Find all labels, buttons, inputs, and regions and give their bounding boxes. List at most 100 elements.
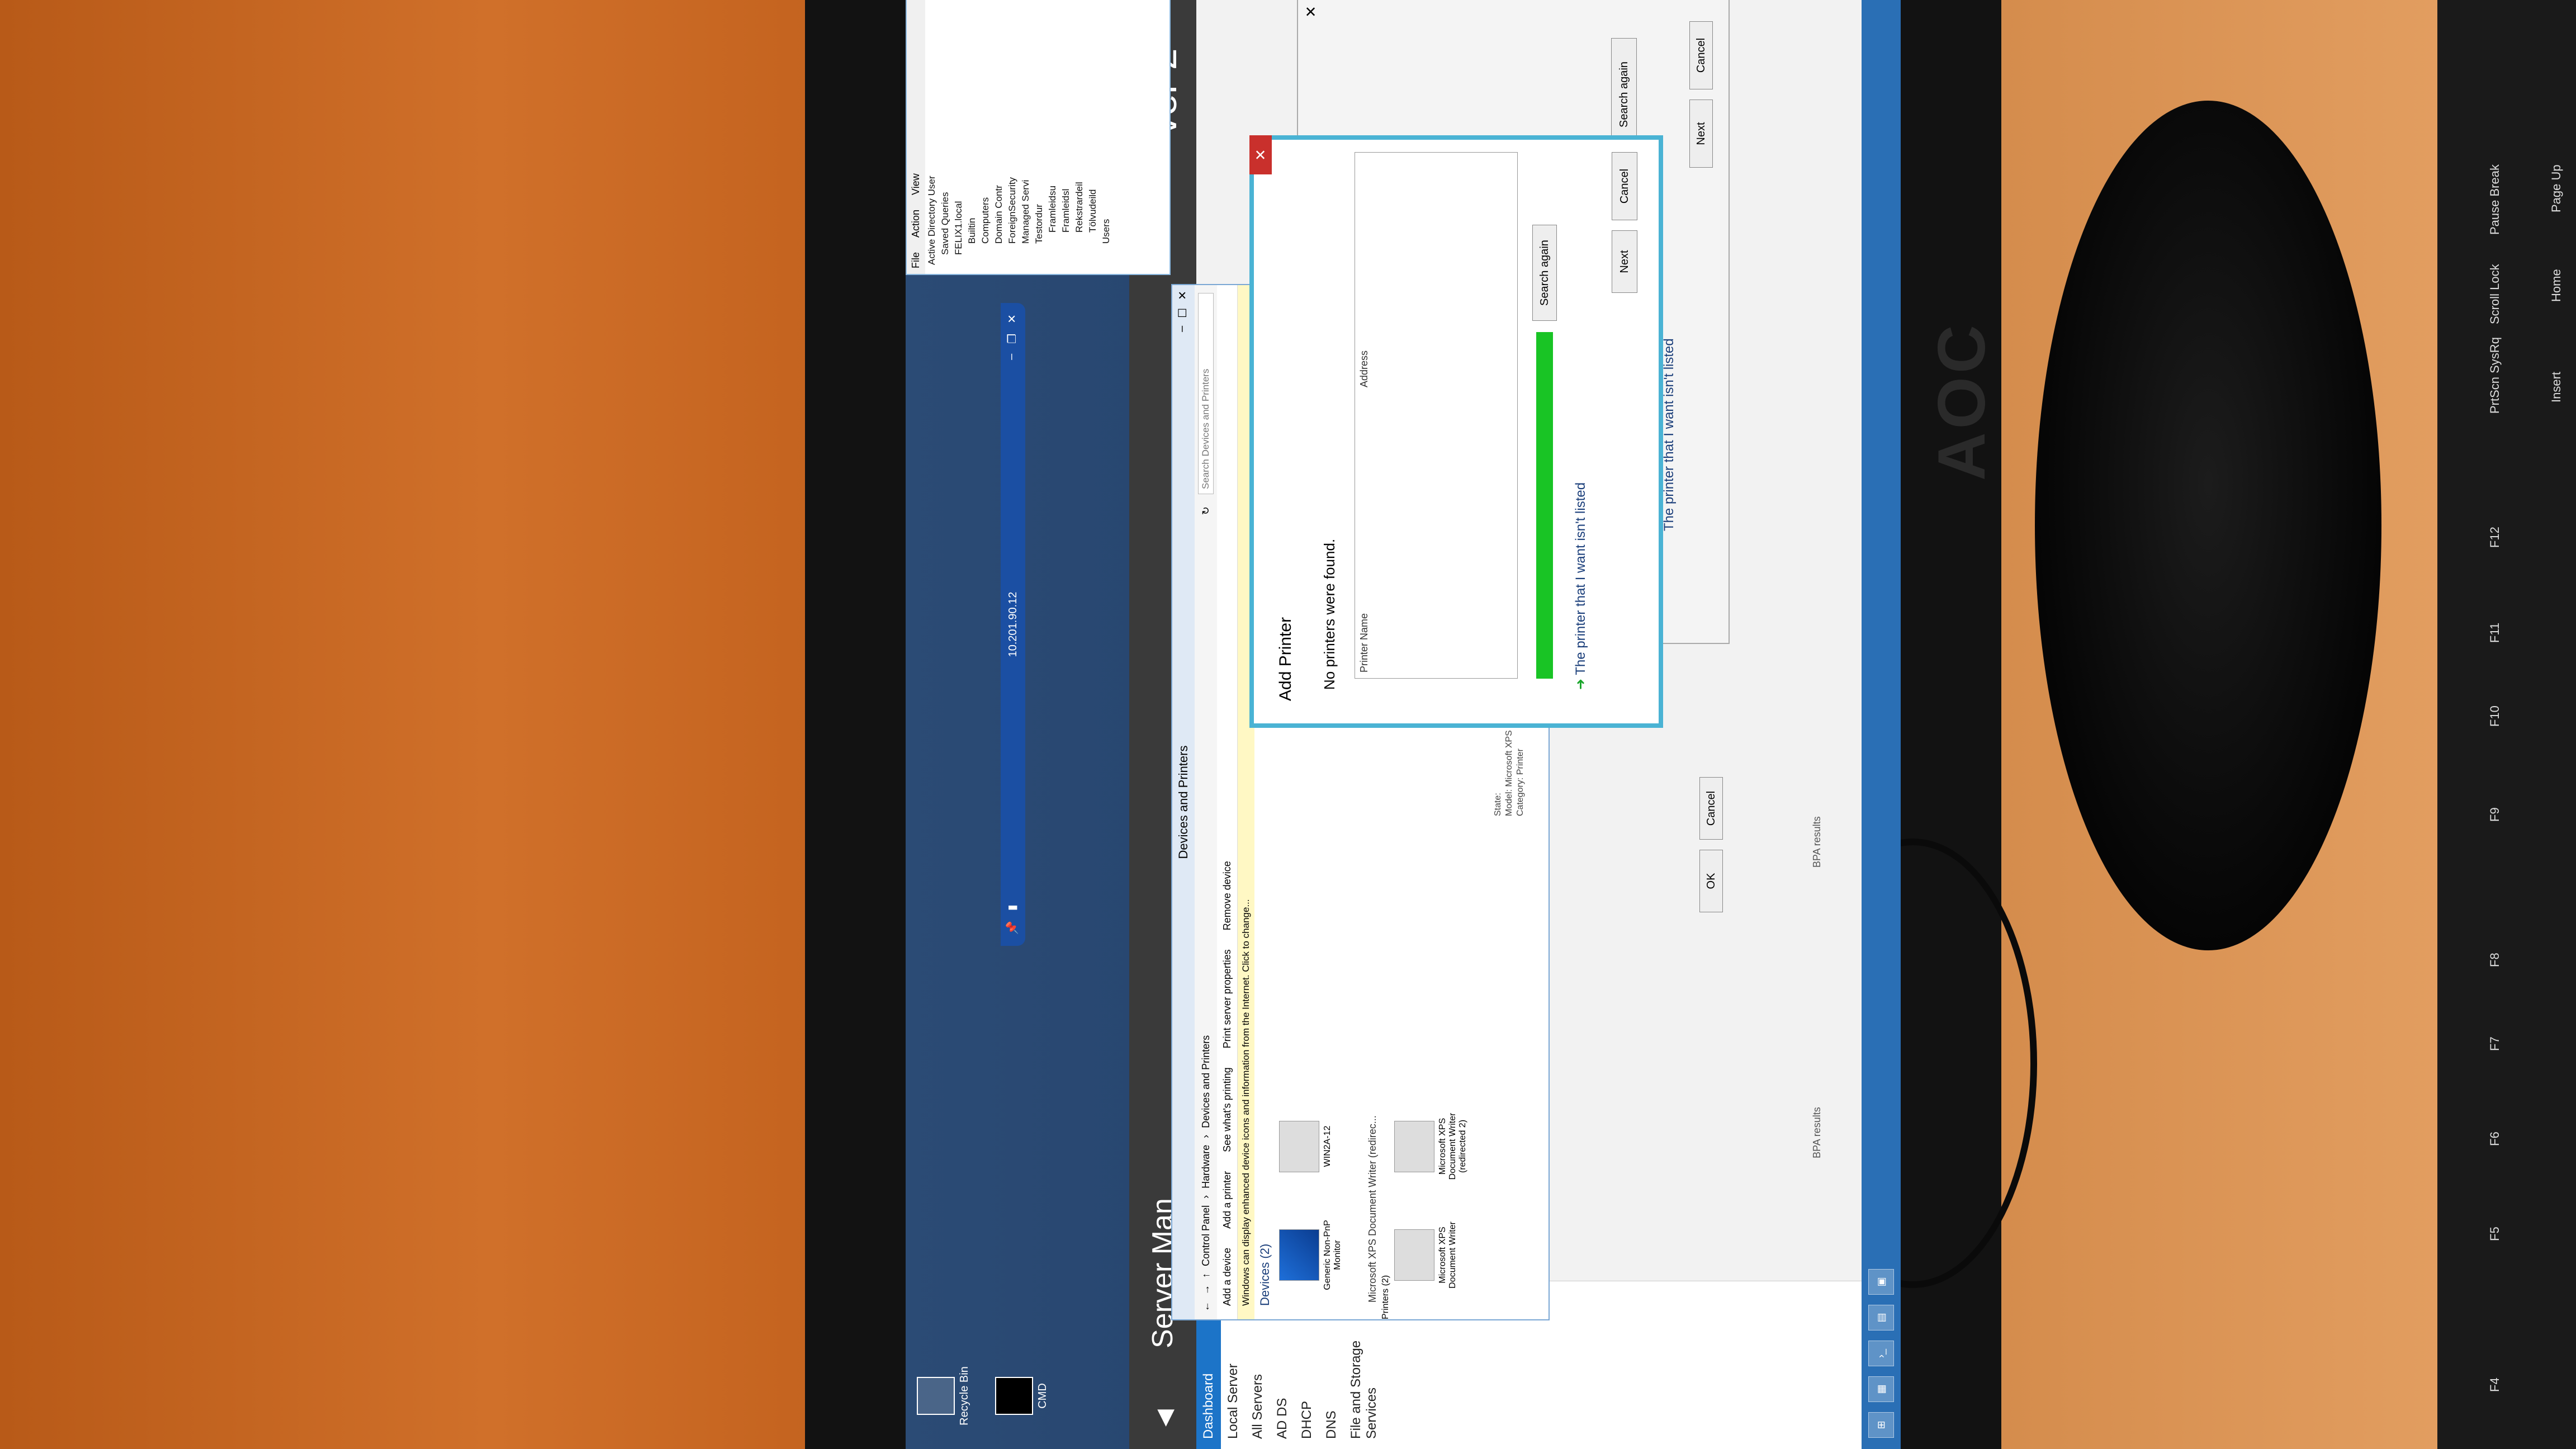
monitor-brand: AOC	[1924, 321, 1999, 481]
bpa-results-1[interactable]: BPA results	[1811, 1107, 1823, 1158]
add-printer-button[interactable]: Add a printer	[1221, 1171, 1233, 1229]
ad-users-window: File Action View Active Directory User S…	[906, 0, 1171, 275]
tree-domain-controllers[interactable]: Domain Contr	[992, 0, 1006, 274]
tree-computers[interactable]: Computers	[979, 0, 992, 274]
key-f11: F11	[2488, 622, 2502, 643]
device-item[interactable]: WIN2A-12	[1279, 1105, 1333, 1188]
tree-foreign-security[interactable]: ForeignSecurity	[1006, 0, 1019, 274]
forward-arrow-icon[interactable]: →	[1200, 1285, 1212, 1295]
tree-tolvudeild[interactable]: Tölvudeild	[1086, 0, 1100, 274]
rdp-address: 10.201.90.12	[1006, 591, 1019, 657]
tree-users[interactable]: Users	[1100, 0, 1113, 274]
breadcrumb-devices[interactable]: Devices and Printers	[1200, 1035, 1212, 1128]
restore-icon[interactable]: ❐	[1005, 334, 1019, 344]
minimize-icon[interactable]: –	[1176, 326, 1190, 332]
dp-titlebar: Devices and Printers – ☐ ✕	[1172, 285, 1195, 1319]
dp-toolbar: Add a device Add a printer See what's pr…	[1217, 285, 1238, 1319]
key-scroll-lock: Scroll Lock	[2488, 264, 2502, 324]
add-printer-title: Add Printer	[1276, 617, 1295, 701]
print-server-properties-button[interactable]: Print server properties	[1221, 949, 1233, 1048]
menu-action[interactable]: Action	[910, 210, 922, 238]
breadcrumb-sep-icon: ›	[1200, 1134, 1211, 1138]
column-printer-name[interactable]: Printer Name	[1358, 613, 1370, 673]
close-icon[interactable]: ✕	[1005, 314, 1019, 324]
column-address[interactable]: Address	[1358, 351, 1370, 387]
close-icon[interactable]: ✕	[1303, 6, 1320, 18]
category-value: Printer	[1516, 749, 1525, 775]
tree-domain[interactable]: FELIX1.local	[952, 0, 965, 274]
maximize-icon[interactable]: ☐	[1176, 308, 1190, 318]
cancel-button[interactable]: Cancel	[1612, 152, 1637, 220]
cmd-icon	[995, 1377, 1033, 1415]
menu-file[interactable]: File	[910, 252, 922, 268]
breadcrumb-hardware[interactable]: Hardware	[1200, 1145, 1212, 1188]
tree-saved-queries[interactable]: Saved Queries	[939, 0, 952, 274]
search-input[interactable]: Search Devices and Printers	[1198, 293, 1214, 494]
cancel-button[interactable]: Cancel	[1699, 777, 1723, 840]
close-icon[interactable]: ✕	[1249, 135, 1272, 174]
tree-managed-service[interactable]: Managed Servi	[1019, 0, 1033, 274]
key-f12: F12	[2488, 527, 2502, 548]
add-printer-dialog: ✕ Add Printer No printers were found. Pr…	[1249, 135, 1663, 728]
printer-not-listed-link[interactable]: ➜ The printer that I want isn't listed	[1573, 482, 1589, 690]
next-button-bg[interactable]: Next	[1689, 100, 1713, 168]
state-label: State:	[1493, 793, 1503, 816]
tree-framleidsu[interactable]: Framleidsu	[1046, 0, 1059, 274]
printer-icon	[1394, 1229, 1434, 1281]
powershell-taskbar-icon[interactable]: ›_	[1868, 1341, 1894, 1366]
pin-icon[interactable]: 📌	[1005, 921, 1019, 935]
model-label: Model:	[1504, 789, 1514, 816]
dp-title: Devices and Printers	[1176, 745, 1190, 859]
start-icon[interactable]: ⊞	[1868, 1412, 1894, 1438]
cancel-button-bg[interactable]: Cancel	[1689, 21, 1713, 89]
device-label: Generic Non-PnP Monitor	[1323, 1220, 1342, 1290]
no-printers-message: No printers were found.	[1321, 538, 1338, 690]
printer-label: Microsoft XPS Document Writer	[1438, 1221, 1457, 1289]
printer-icon	[1394, 1120, 1434, 1172]
tree-framleidsl[interactable]: Framleidsl	[1059, 0, 1073, 274]
minimize-icon[interactable]: –	[1005, 354, 1019, 360]
refresh-icon[interactable]: ↻	[1200, 506, 1212, 515]
rdp-connection-bar[interactable]: 📌 ▮ 10.201.90.12 – ❐ ✕	[1001, 303, 1025, 946]
aduc-menu: File Action View	[907, 0, 925, 274]
tree-rekstrardeil[interactable]: Rekstrardeil	[1073, 0, 1086, 274]
devices-taskbar-icon[interactable]: ▣	[1868, 1269, 1894, 1295]
breadcrumb-control-panel[interactable]: Control Panel	[1200, 1205, 1212, 1266]
printer-not-listed-label: The printer that I want isn't listed	[1573, 482, 1588, 675]
keyboard: F4 F5 F6 F7 F8 F9 F10 F11 F12 PrtScn Sys…	[2437, 0, 2576, 1449]
tree-builtin[interactable]: Builtin	[965, 0, 979, 274]
back-arrow-icon[interactable]: ←	[1200, 1301, 1212, 1311]
server-manager-taskbar-icon[interactable]: ▦	[1868, 1376, 1894, 1402]
explorer-taskbar-icon[interactable]: ▤	[1868, 1305, 1894, 1330]
see-printing-button[interactable]: See what's printing	[1221, 1067, 1233, 1152]
menu-view[interactable]: View	[910, 173, 922, 195]
key-insert: Insert	[2549, 371, 2563, 402]
cmd-shortcut[interactable]: CMD	[995, 1365, 1049, 1427]
ok-cancel-buttons: OK Cancel	[1699, 777, 1723, 912]
tree-testordur[interactable]: Testordur	[1033, 0, 1046, 274]
printer-not-listed-link-bg[interactable]: The printer that I want isn't listed	[1661, 338, 1677, 531]
recycle-bin-icon	[917, 1377, 955, 1415]
back-icon[interactable]: ◀	[1152, 1409, 1177, 1427]
bpa-results-2[interactable]: BPA results	[1811, 816, 1823, 868]
add-device-button[interactable]: Add a device	[1221, 1248, 1233, 1306]
next-button[interactable]: Next	[1612, 230, 1637, 293]
recycle-bin-shortcut[interactable]: Recycle Bin	[917, 1365, 971, 1427]
device-item[interactable]: Generic Non-PnP Monitor	[1279, 1213, 1343, 1297]
remove-device-button[interactable]: Remove device	[1221, 861, 1233, 930]
printer-list[interactable]: Printer Name Address	[1355, 152, 1518, 679]
cmd-label: CMD	[1036, 1383, 1049, 1409]
printer-item[interactable]: Microsoft XPS Document Writer (redirecte…	[1394, 1105, 1468, 1188]
search-again-button-bg[interactable]: Search again	[1611, 38, 1637, 151]
close-icon[interactable]: ✕	[1176, 291, 1190, 300]
tree-root[interactable]: Active Directory User	[925, 0, 939, 274]
monitor-icon	[1279, 1229, 1319, 1281]
details-name: Microsoft XPS Document Writer (redirec..…	[1367, 1115, 1378, 1303]
printer-item[interactable]: Microsoft XPS Document Writer	[1394, 1213, 1458, 1297]
up-arrow-icon[interactable]: ↑	[1200, 1273, 1212, 1278]
signal-icon: ▮	[1006, 905, 1019, 911]
search-again-button[interactable]: Search again	[1532, 225, 1557, 321]
address-bar[interactable]: ← → ↑ Control Panel › Hardware › Devices…	[1195, 285, 1217, 1319]
ok-button[interactable]: OK	[1699, 850, 1723, 912]
monitor-stand	[2035, 101, 2381, 950]
